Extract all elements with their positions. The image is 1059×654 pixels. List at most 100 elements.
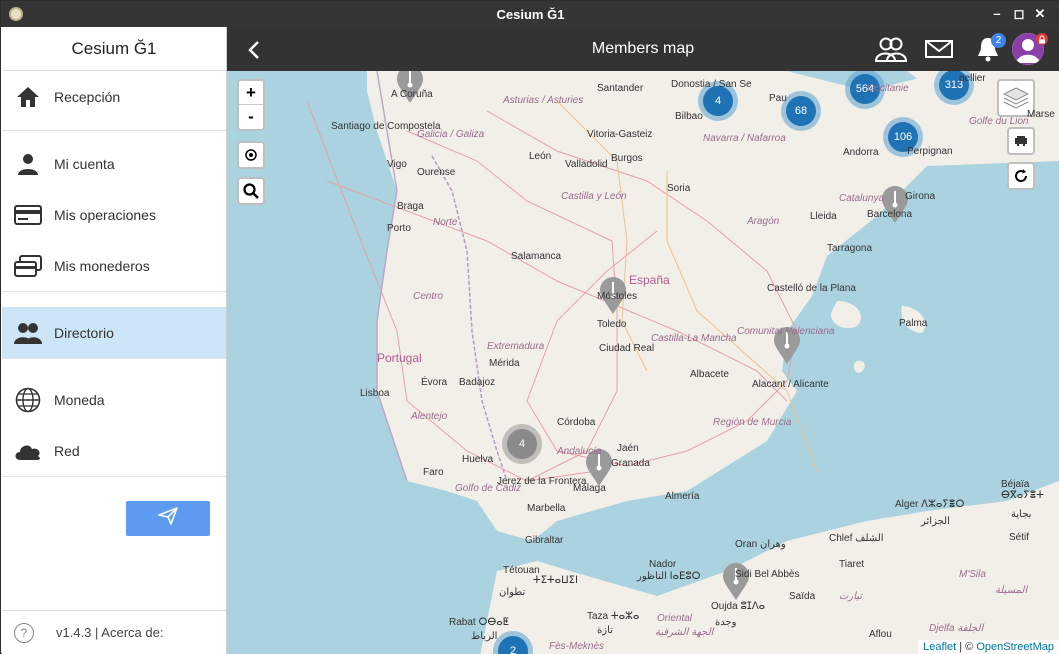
map-label: Vitoria-Gasteiz [587, 129, 653, 140]
home-icon [2, 85, 54, 109]
map-label: Asturias / Asturies [503, 95, 584, 106]
map-label: Norte [433, 217, 458, 228]
send-button[interactable] [126, 501, 210, 536]
map-label: ⴱⴳⴰⵢⴻⵜ [1001, 490, 1044, 501]
divider [2, 358, 226, 359]
map-label: Mérida [489, 358, 520, 369]
sidebar-item-label: Mis monederos [54, 257, 150, 274]
map-label: Oran وهران [735, 539, 786, 550]
notification-badge: 2 [991, 33, 1006, 48]
member-pin-icon[interactable] [721, 562, 751, 602]
map-tiles [306, 71, 1059, 654]
people-icon[interactable] [874, 36, 908, 67]
map-label: تيارت [839, 591, 863, 602]
fullscreen-icon[interactable] [1007, 127, 1035, 155]
refresh-icon[interactable] [1007, 162, 1035, 190]
map-label: León [529, 151, 552, 162]
map-label: Perpignan [907, 146, 953, 157]
map-label: Nador [649, 559, 677, 570]
map-label: Porto [387, 223, 411, 234]
lock-icon [1036, 33, 1048, 45]
help-icon[interactable]: ? [14, 622, 34, 643]
locate-button[interactable] [239, 143, 263, 167]
search-icon[interactable] [239, 179, 263, 203]
cluster-count: 4 [507, 429, 537, 459]
leaflet-link[interactable]: Leaflet [923, 641, 956, 653]
sidebar-item-mis-monederos[interactable]: Mis monederos [2, 240, 226, 291]
version-about-link[interactable]: v1.4.3 | Acerca de: [56, 625, 163, 640]
attribution-sep: | © [959, 641, 974, 653]
map-label: Faro [423, 467, 444, 478]
map-label: Palma [899, 318, 928, 329]
map-label: Béjaïa [1001, 479, 1030, 490]
minimize-icon[interactable]: – [989, 6, 1005, 22]
map-label: تازة [597, 625, 613, 636]
map-label: Salamanca [511, 251, 562, 262]
map-label: Occitanie [867, 83, 909, 94]
map-label: Bilbao [675, 111, 703, 122]
map-label: الجهة الشرقية [655, 627, 714, 638]
osm-link[interactable]: OpenStreetMap [976, 641, 1054, 653]
map-label: Pau [769, 93, 787, 104]
map-label: Almería [665, 491, 700, 502]
sidebar-item-moneda[interactable]: Moneda [2, 374, 226, 425]
send-icon [158, 507, 178, 530]
map-label: pellier [959, 73, 986, 84]
map-label: الرباط [471, 631, 498, 642]
map-label: Alentejo [411, 411, 448, 422]
map-label: المسيلة [995, 585, 1028, 596]
mail-icon[interactable] [925, 40, 953, 63]
map-label: Oriental [657, 613, 693, 624]
map-label: Ciudad Real [599, 343, 655, 354]
map-label: Castelló de la Plana [767, 283, 856, 294]
map-label: Comunitat Valenciana [737, 326, 835, 337]
cloud-icon [2, 441, 54, 461]
map-label: تطوان [499, 587, 526, 598]
sidebar-item-recepcion[interactable]: Recepción [2, 71, 226, 122]
member-cluster[interactable]: 4 [502, 424, 542, 464]
map-label: Évora [421, 377, 448, 388]
member-cluster[interactable]: 68 [781, 91, 821, 131]
map-label: ⵜⵉⵜⴰⵡⵉⵏ [533, 575, 578, 586]
map-label: Jaén [617, 443, 639, 454]
map-label: Oujda ⵓⵊⴷⴰ [711, 601, 766, 612]
zoom-in-button[interactable]: + [239, 81, 263, 105]
map-label: Barcelona [867, 209, 913, 220]
globe-icon [2, 387, 54, 413]
map-label: Toledo [597, 319, 627, 330]
sidebar-item-mi-cuenta[interactable]: Mi cuenta [2, 138, 226, 189]
divider [2, 291, 226, 292]
map-label: Lleida [810, 211, 837, 222]
locate-control [237, 141, 265, 169]
sidebar-item-label: Mi cuenta [54, 155, 115, 172]
top-bar: Members map 2 [227, 27, 1059, 71]
map-label: الجزائر [921, 516, 950, 527]
map-label: Golfe du Lion [969, 116, 1029, 127]
map-label: وجدة [715, 617, 737, 628]
wallets-icon [2, 254, 54, 277]
map-label: Braga [397, 201, 424, 212]
map-label: M'Sila [959, 569, 986, 580]
sidebar-item-label: Moneda [54, 391, 105, 408]
sidebar-item-mis-operaciones[interactable]: Mis operaciones [2, 189, 226, 240]
members-map[interactable]: + - 4 68 564 313 106 4 2 A Coruña Santia… [227, 71, 1059, 654]
people-icon [2, 321, 54, 345]
maximize-icon[interactable]: ◻ [1011, 6, 1027, 22]
map-label: Chlef الشلف [829, 533, 884, 544]
zoom-out-button[interactable]: - [239, 105, 263, 129]
cluster-count: 68 [786, 96, 816, 126]
map-label: Saïda [789, 591, 816, 602]
map-label: Aflou [869, 629, 892, 640]
sidebar-item-red[interactable]: Red [2, 425, 226, 476]
sidebar-title: Cesium Ğ1 [2, 27, 226, 71]
map-label: Aragón [747, 216, 780, 227]
map-label: Marbella [527, 503, 566, 514]
map-label: Lisboa [360, 388, 390, 399]
sidebar-item-label: Directorio [54, 324, 114, 341]
map-label: بجاية [1011, 509, 1032, 520]
close-icon[interactable]: ✕ [1032, 6, 1048, 22]
map-label: Soria [667, 183, 691, 194]
map-label: Valladolid [565, 159, 608, 170]
sidebar-item-directorio[interactable]: Directorio [2, 307, 226, 358]
map-label: Granada [611, 458, 650, 469]
